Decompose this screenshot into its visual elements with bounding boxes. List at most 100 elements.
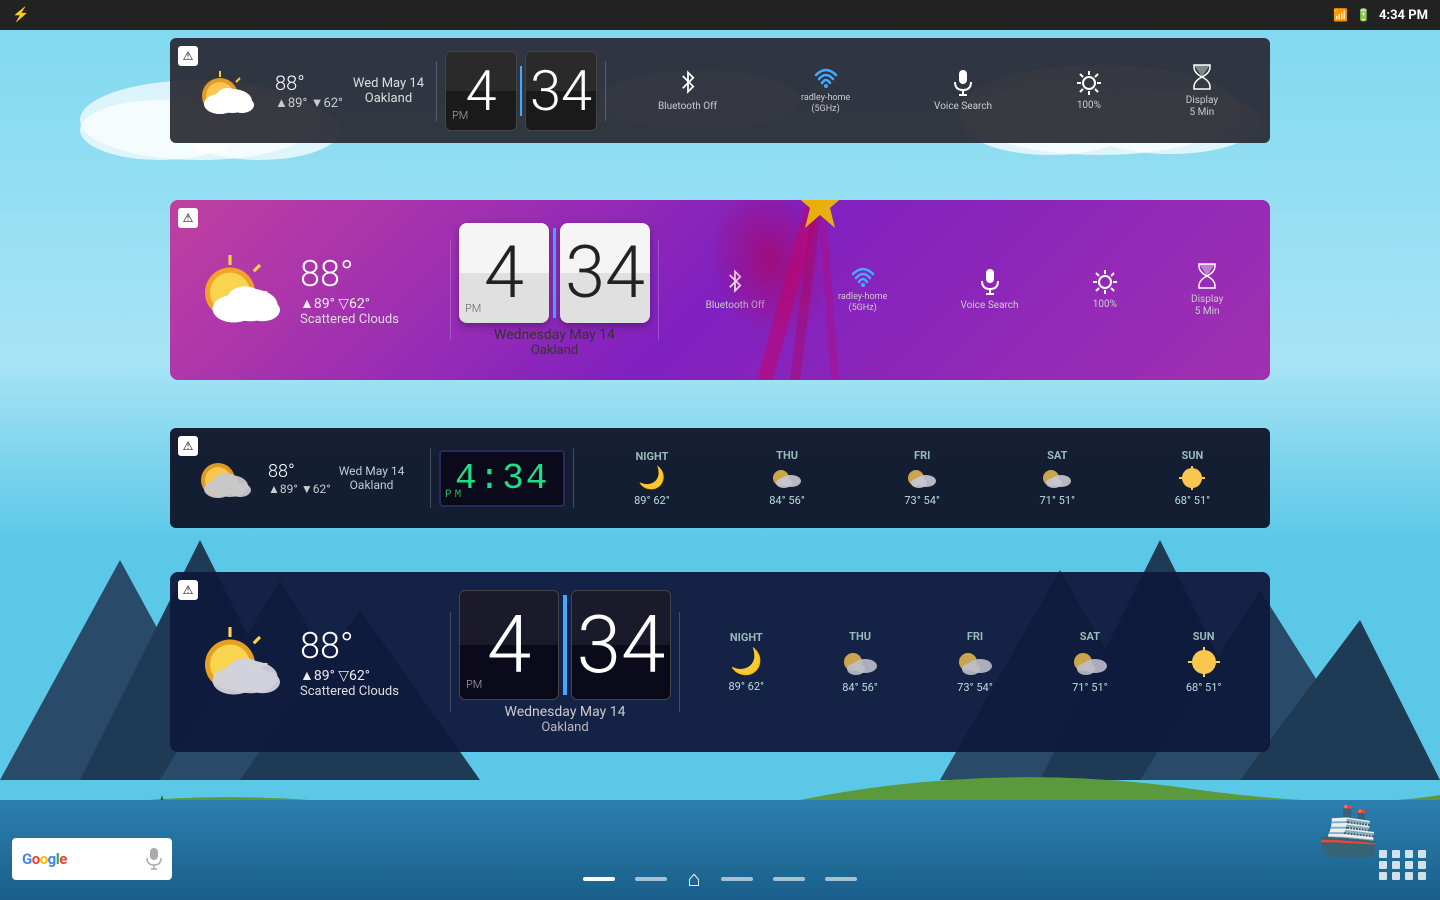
app-grid-dot [1405, 850, 1413, 858]
widget1-alert-icon[interactable]: ⚠ [178, 46, 198, 66]
widget2-clock-location: Oakland [531, 343, 578, 358]
widget1-weather-icon [190, 61, 265, 121]
widget3-digital-display[interactable]: PM 4:34 [439, 450, 565, 507]
widget2-quick-settings: Bluetooth Off radley-home(5GHz) Voice Se… [659, 262, 1270, 318]
widget1-temp: 88° [275, 71, 343, 95]
widget2-clock-separator [553, 228, 556, 318]
widget2-qs-display[interactable]: Display5 Min [1191, 262, 1223, 318]
widget2-description: Scattered Clouds [300, 312, 399, 327]
widget1-qs-bluetooth[interactable]: Bluetooth Off [658, 69, 717, 113]
widget3-forecast-night-icon: 🌙 [638, 466, 665, 491]
widget2-weather-icon [190, 245, 290, 335]
widget2-weather-info: 88° ▲89° ▽62° Scattered Clouds [300, 253, 399, 327]
widget4-weather-icon [190, 617, 290, 707]
hourglass-icon-2 [1196, 262, 1218, 290]
widget1-qs-brightness[interactable]: 100% [1076, 70, 1102, 112]
widget4-forecast-night-icon: 🌙 [730, 647, 762, 677]
widget3-fri-icon [906, 465, 938, 491]
widget2-clock-minute[interactable]: 34 [560, 223, 650, 323]
app-grid-dot [1392, 850, 1400, 858]
widget2-qs-brightness-label: 100% [1093, 299, 1117, 311]
widget2-weather: 88° ▲89° ▽62° Scattered Clouds [170, 245, 450, 335]
widget1-qs-wifi[interactable]: radley-home(5GHz) [801, 67, 850, 115]
widget1-clock-hour[interactable]: PM 4 [445, 51, 517, 131]
widget3-temp: 88° [268, 461, 331, 482]
widget3-sun-icon [1178, 465, 1206, 491]
app-grid-dot [1418, 861, 1426, 869]
ship: 🚢 [1318, 802, 1380, 860]
widget2-clock-date: Wednesday May 14 [494, 327, 615, 343]
widget4: ⚠ 88° ▲89° ▽62° Scattered Clouds PM [170, 572, 1270, 752]
bluetooth-icon [677, 69, 699, 97]
widget3-alert-icon[interactable]: ⚠ [178, 436, 198, 456]
widget4-fri-icon [956, 646, 994, 678]
brightness-icon [1076, 70, 1102, 96]
widget2-clock-hour[interactable]: PM 4 [459, 223, 549, 323]
widget1-temp-low: ▼62° [311, 96, 343, 111]
widget2-qs-wifi[interactable]: radley-home(5GHz) [838, 266, 887, 314]
app-grid-dot [1405, 861, 1413, 869]
widget4-forecast-thu: THU 84° 56° [841, 630, 879, 694]
nav-page-indicator-3[interactable] [721, 877, 753, 881]
widget4-clock-date: Wednesday May 14 [505, 704, 626, 720]
widget3-forecast-fri: FRI 73° 54° [904, 449, 940, 507]
nav-page-indicator-5[interactable] [825, 877, 857, 881]
widget3-forecast-night: NIGHT 🌙 89° 62° [634, 450, 670, 507]
widget4-weather-info: 88° ▲89° ▽62° Scattered Clouds [300, 625, 399, 699]
mic-icon [953, 69, 973, 97]
app-grid-dot [1418, 850, 1426, 858]
widget4-forecast-night: NIGHT 🌙 89° 62° [728, 631, 764, 693]
widget4-weather: 88° ▲89° ▽62° Scattered Clouds [170, 617, 450, 707]
widget2-qs-bluetooth-label: Bluetooth Off [706, 300, 765, 312]
widget1-qs-voice-label: Voice Search [934, 101, 992, 113]
widget3-date: Wed May 14 [339, 464, 405, 478]
widget4-temp: 88° [300, 625, 399, 667]
widget1-clock: PM 4 34 [437, 51, 605, 131]
widget1: ⚠ 88° ▲89° ▼62° Wed May 14 Oakland [170, 38, 1270, 143]
widget3-temp-low: ▼62° [301, 482, 331, 496]
widget4-clock-hour[interactable]: PM 4 [459, 590, 559, 700]
widget3-sat-icon [1041, 465, 1073, 491]
widget4-alert-icon[interactable]: ⚠ [178, 580, 198, 600]
nav-page-indicator-2[interactable] [635, 877, 667, 881]
widget4-sun-icon [1187, 646, 1221, 678]
widget4-temp-range: ▲89° ▽62° [300, 667, 399, 684]
app-grid-dot [1405, 872, 1413, 880]
app-grid-dot [1418, 872, 1426, 880]
battery-icon: 🔋 [1356, 8, 1371, 22]
apps-grid-button[interactable] [1379, 850, 1428, 880]
widget1-weather-info: 88° ▲89° ▼62° [275, 71, 343, 111]
wifi-icon [814, 67, 838, 89]
usb-icon: ⚡ [12, 7, 29, 23]
widget1-clock-minute[interactable]: 34 [525, 51, 597, 131]
app-grid-dot [1392, 872, 1400, 880]
widget4-thu-icon [841, 646, 879, 678]
widget3-temp-high: ▲89° [268, 482, 298, 496]
widget2-qs-bluetooth[interactable]: Bluetooth Off [706, 268, 765, 312]
widget2-temp: 88° [300, 253, 399, 295]
widget3-forecast: NIGHT 🌙 89° 62° THU 84° 56° FRI 73° 54° … [574, 449, 1270, 507]
nav-page-indicator-4[interactable] [773, 877, 805, 881]
status-bar: ⚡ 📶 🔋 4:34 PM [0, 0, 1440, 30]
widget3-thu-icon [771, 465, 803, 491]
bottom-navigation: ⌂ [0, 866, 1440, 892]
status-time: 4:34 PM [1379, 8, 1428, 23]
widget3-weather-icon [190, 448, 260, 508]
widget1-qs-bluetooth-label: Bluetooth Off [658, 101, 717, 113]
widget4-clock-separator [563, 595, 567, 695]
widget1-quick-settings: Bluetooth Off radley-home(5GHz) Voice Se… [606, 63, 1270, 119]
widget4-forecast-sun: SUN 68° 51° [1186, 630, 1222, 694]
widget2-alert-icon[interactable]: ⚠ [178, 208, 198, 228]
widget3-weather-info: 88° ▲89° ▼62° [268, 461, 331, 496]
nav-page-indicator-1[interactable] [583, 877, 615, 881]
widget4-clock-minute[interactable]: 34 [571, 590, 671, 700]
bluetooth-icon-2 [724, 268, 746, 296]
widget4-description: Scattered Clouds [300, 684, 399, 699]
widget1-location: Oakland [353, 91, 424, 106]
home-button[interactable]: ⌂ [687, 866, 700, 892]
widget1-qs-voice[interactable]: Voice Search [934, 69, 992, 113]
widget2-qs-brightness[interactable]: 100% [1092, 269, 1118, 311]
app-grid-dot [1379, 861, 1387, 869]
widget1-qs-display[interactable]: Display5 Min [1186, 63, 1218, 119]
widget2-qs-voice[interactable]: Voice Search [961, 268, 1019, 312]
